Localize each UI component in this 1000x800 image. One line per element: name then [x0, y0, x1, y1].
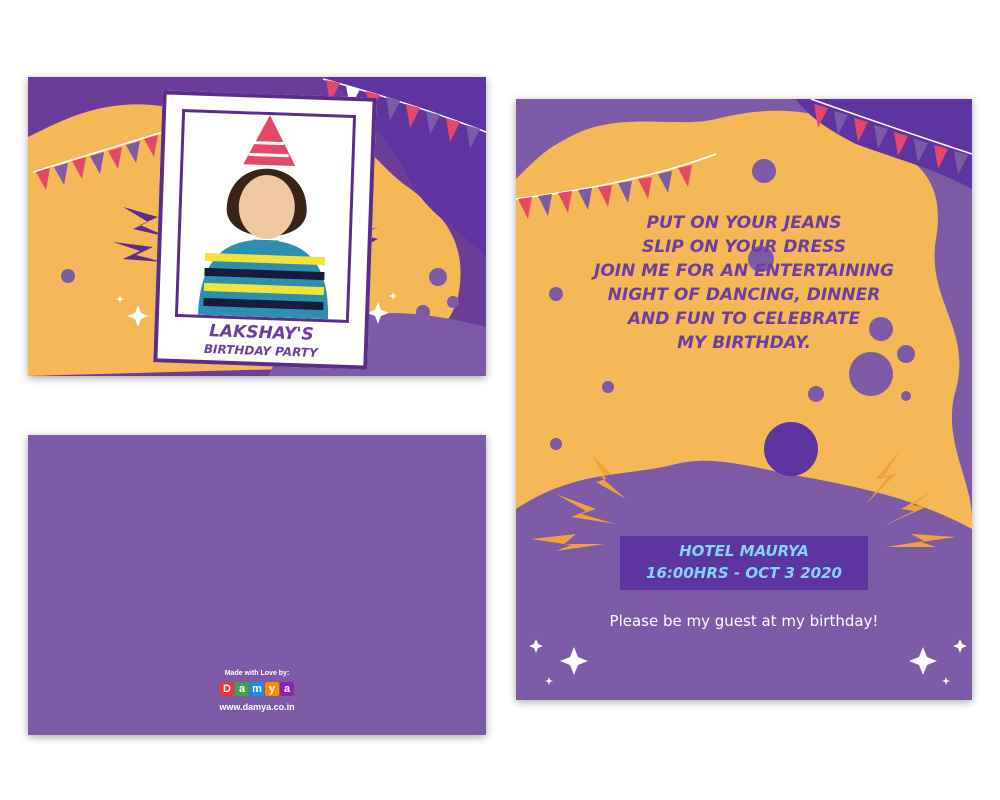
brand-logo: D a m y a	[198, 682, 316, 696]
invite-message: PUT ON YOUR JEANS SLIP ON YOUR DRESS JOI…	[556, 211, 932, 355]
invite-line: PUT ON YOUR JEANS	[646, 213, 842, 233]
front-card: LAKSHAY'S BIRTHDAY PARTY	[28, 77, 486, 376]
venue-name: HOTEL MAURYA	[679, 542, 809, 560]
invite-line: NIGHT OF DANCING, DINNER	[607, 285, 881, 305]
brand-letter: a	[235, 682, 249, 696]
site-url: www.damya.co.in	[219, 702, 295, 712]
invite-line: JOIN ME FOR AN ENTERTAINING	[594, 261, 894, 281]
inside-sparkles	[529, 639, 967, 685]
inside-card: PUT ON YOUR JEANS SLIP ON YOUR DRESS JOI…	[516, 99, 972, 700]
inside-card-background	[516, 99, 972, 685]
photo-frame: LAKSHAY'S BIRTHDAY PARTY	[153, 90, 377, 370]
brand-letter: y	[265, 682, 279, 696]
back-card: Made with Love by: D a m y a www.damya.c…	[28, 435, 486, 735]
credits-block: Made with Love by: D a m y a www.damya.c…	[198, 670, 316, 712]
brand-letter: a	[280, 682, 294, 696]
child-photo-illustration	[178, 112, 353, 320]
brand-letter: m	[250, 682, 264, 696]
brand-letter: D	[220, 682, 234, 696]
credit-line: Made with Love by:	[224, 670, 290, 677]
venue-box: HOTEL MAURYA 16:00HRS - OCT 3 2020	[620, 536, 868, 590]
invite-line: AND FUN TO CELEBRATE	[627, 309, 861, 329]
venue-datetime: 16:00HRS - OCT 3 2020	[646, 564, 842, 582]
guest-note: Please be my guest at my birthday!	[609, 612, 879, 630]
invite-line: SLIP ON YOUR DRESS	[641, 237, 847, 257]
invite-line: MY BIRTHDAY.	[677, 333, 811, 353]
child-photo	[174, 109, 357, 323]
